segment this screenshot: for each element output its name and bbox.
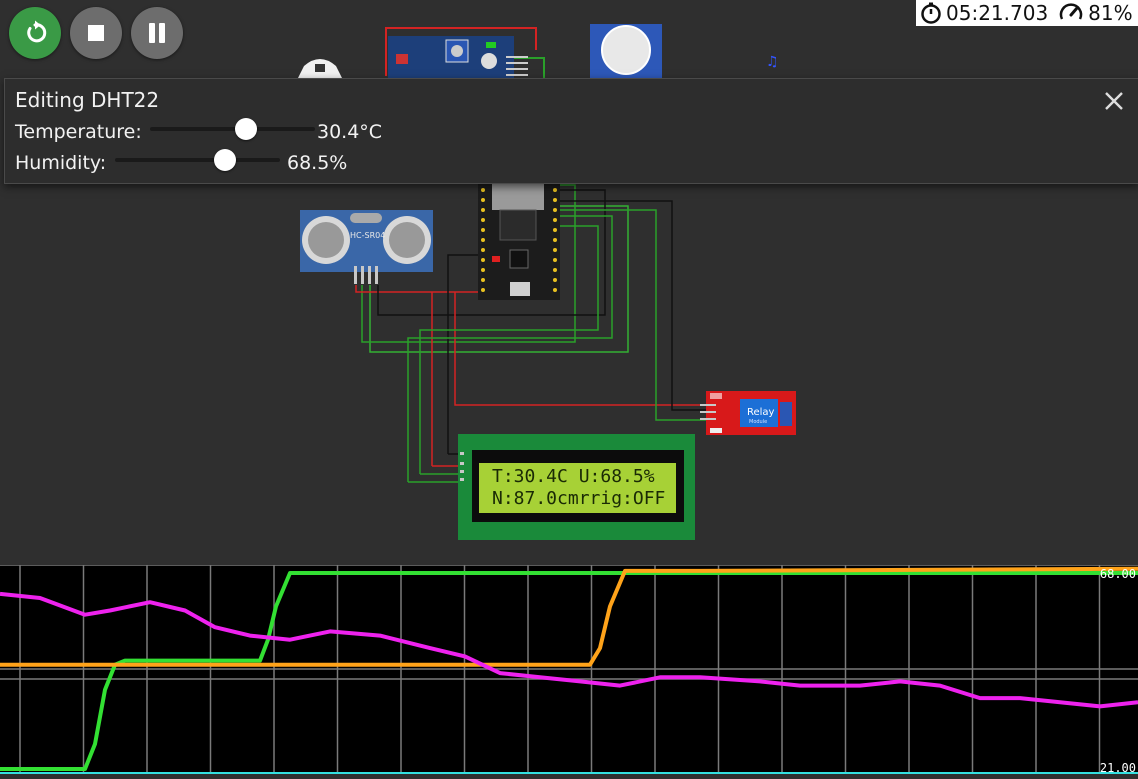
pir-motion-sensor[interactable] [590, 24, 662, 78]
close-icon [1105, 92, 1123, 110]
elapsed-time: 05:21.703 [946, 1, 1049, 25]
relay-label: Relay [747, 407, 775, 418]
esp32-board[interactable] [478, 182, 560, 300]
timer-icon [921, 2, 941, 24]
lcd-screen: T:30.4C U:68.5% N:87.0cmrrig:OFF [479, 463, 676, 513]
humidity-label: Humidity: [15, 152, 107, 174]
sound-sensor-module[interactable] [385, 27, 545, 78]
humidity-slider-thumb[interactable] [213, 149, 236, 171]
temperature-value: 30.4°C [317, 121, 383, 143]
panel-title: Editing DHT22 [15, 88, 160, 112]
sensor-editor-panel: Editing DHT22 Temperature: 30.4°C Humidi… [4, 78, 1138, 184]
relay-module[interactable]: Relay Module [700, 391, 796, 435]
serial-plotter: 68.00 21.00 [0, 564, 1138, 775]
plot-series-2 [0, 566, 1138, 667]
temperature-label: Temperature: [15, 121, 142, 143]
stop-icon [88, 25, 104, 41]
plot-y-min-label: 21.00 [1099, 761, 1136, 775]
temperature-slider[interactable] [150, 118, 315, 140]
plot-y-max-label: 68.00 [1099, 567, 1136, 581]
relay-sub-label: Module [749, 419, 767, 425]
pause-icon [149, 23, 165, 43]
ultrasonic-label: HC-SR04 [350, 231, 385, 240]
svg-text:♫: ♫ [766, 54, 779, 70]
pause-button[interactable] [131, 7, 183, 59]
dht22-sensor[interactable] [298, 59, 342, 78]
plot-chart [0, 564, 1138, 774]
close-button[interactable] [1104, 91, 1124, 115]
restart-icon [27, 20, 47, 43]
plot-series-1 [0, 571, 1138, 771]
lcd-line-2: N:87.0cmrrig:OFF [492, 488, 666, 509]
plot-series-3 [0, 591, 1138, 709]
speedometer-icon [1059, 3, 1083, 20]
humidity-slider[interactable] [115, 149, 280, 171]
temperature-slider-thumb[interactable] [234, 118, 257, 140]
restart-button[interactable] [9, 7, 61, 59]
lcd-line-1: T:30.4C U:68.5% [492, 466, 655, 487]
stop-button[interactable] [70, 7, 122, 59]
humidity-value: 68.5% [287, 152, 348, 174]
simulation-status: 05:21.703 81% [916, 0, 1138, 26]
ultrasonic-sensor[interactable]: HC-SR04 [300, 210, 433, 284]
buzzer[interactable]: ♫ [766, 54, 779, 70]
simulation-speed: 81% [1088, 1, 1133, 25]
